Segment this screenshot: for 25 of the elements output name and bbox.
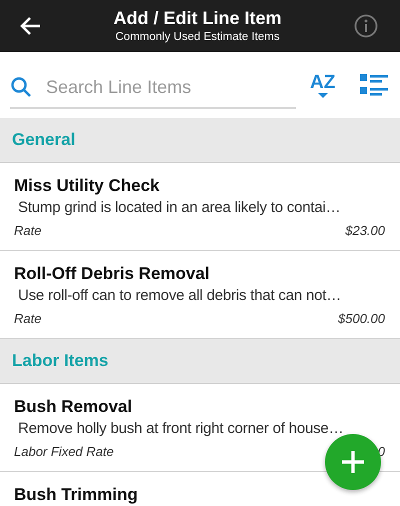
plus-icon: [341, 450, 365, 474]
rate-type: Labor Fixed Rate: [14, 444, 114, 459]
caret-icon: [318, 92, 328, 98]
search-icon: [10, 76, 32, 98]
rate-type: Rate: [14, 311, 42, 326]
sort-button[interactable]: AZ: [310, 72, 336, 98]
list-view-icon[interactable]: [360, 73, 388, 97]
screen-title: Add / Edit Line Item: [113, 7, 282, 29]
search-field[interactable]: Search Line Items: [44, 76, 278, 98]
line-item[interactable]: Miss Utility Check Stump grind is located in an area likely to contai… Rate $23.00: [0, 163, 400, 251]
item-name: Miss Utility Check: [14, 175, 160, 197]
rate-type: Rate: [14, 223, 42, 238]
item-name: Bush Trimming: [14, 484, 139, 506]
item-name: Bush Removal: [14, 396, 134, 418]
item-price: $500.00: [338, 311, 385, 326]
item-name: Roll-Off Debris Removal: [14, 263, 211, 285]
item-description: Remove holly bush at front right corner of house…: [17, 419, 344, 439]
back-arrow-icon[interactable]: [19, 16, 41, 36]
section-title: Labor Items: [12, 351, 108, 371]
screen-subtitle: Commonly Used Estimate Items: [115, 30, 280, 45]
item-description: Use roll-off can to remove all debris that can not…: [17, 286, 342, 306]
item-price: $23.00: [345, 223, 385, 238]
section-title: General: [12, 130, 76, 150]
info-icon[interactable]: [354, 14, 378, 38]
item-description: Stump grind is located in an area likely to contai…: [17, 198, 342, 218]
